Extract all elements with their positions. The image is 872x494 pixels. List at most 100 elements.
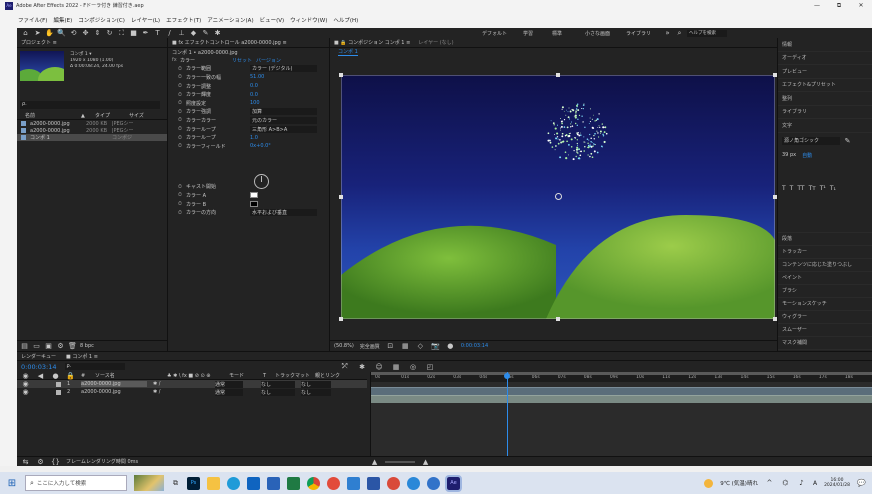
layer-track-matte[interactable]: なし (261, 388, 295, 396)
transform-handle[interactable] (339, 317, 343, 321)
all-caps-icon[interactable]: TT (797, 185, 804, 192)
edge-icon[interactable] (227, 476, 240, 490)
stopwatch-icon[interactable]: ⏱ (178, 192, 186, 198)
effect-property[interactable]: ⏱ カラー一致の幅 51.00 (178, 73, 329, 82)
stopwatch-icon[interactable]: ⏱ (178, 92, 186, 98)
search-icon[interactable]: ⌕ (675, 29, 684, 38)
stopwatch-icon[interactable]: ⏱ (178, 210, 186, 216)
effect-property-value[interactable]: 51.00 (250, 74, 329, 80)
right-panel-item[interactable]: コンテンツに応じた塗りつぶし (778, 259, 872, 272)
right-panel-item[interactable]: オーディオ (778, 52, 872, 65)
transparency-grid-icon[interactable]: ▦ (401, 342, 410, 351)
col-size[interactable]: サイズ (129, 112, 144, 119)
col-name[interactable]: 名前 (25, 112, 75, 119)
font-family-select[interactable]: 源ノ角ゴシック (782, 137, 840, 145)
color-channel-icon[interactable]: ● (446, 342, 455, 351)
layer-parent[interactable]: なし (301, 388, 331, 396)
home-icon[interactable]: ⌂ (21, 29, 30, 38)
col-type[interactable]: タイプ (95, 112, 123, 119)
effect-property-dropdown[interactable]: 元のカラー (250, 116, 317, 124)
transform-handle[interactable] (339, 73, 343, 77)
effect-property[interactable]: ⏱ カラー A (178, 191, 329, 200)
text-tool-icon[interactable]: T (153, 29, 162, 38)
layer-track-matte[interactable]: なし (261, 380, 295, 388)
layer-name[interactable]: a2000-0000.jpg (81, 389, 147, 395)
region-of-interest-icon[interactable]: ⊡ (386, 342, 395, 351)
project-tab[interactable]: プロジェクト ≡ (21, 39, 57, 46)
volume-icon[interactable]: ♪ (797, 479, 806, 488)
effect-about-link[interactable]: バージョン (256, 57, 281, 64)
taskbar-search[interactable]: ⌕ ここに入力して検索 (25, 475, 127, 491)
layer-switches[interactable]: ✱ / (153, 381, 209, 387)
leading-value[interactable]: 自動 (802, 152, 812, 159)
clock-date[interactable]: 2024/01/28 (824, 483, 850, 488)
ime-indicator[interactable]: A (813, 480, 817, 487)
clone-stamp-tool-icon[interactable]: ⊥ (177, 29, 186, 38)
label-color-icon[interactable] (56, 389, 61, 395)
toggle-layer-switches-icon[interactable]: ⇆ (21, 457, 30, 466)
stopwatch-icon[interactable]: ⏱ (178, 74, 186, 80)
orbit-tool-icon[interactable]: ⟲ (69, 29, 78, 38)
stopwatch-icon[interactable]: ⏱ (178, 143, 186, 149)
table-row[interactable]: ◉ 2 a2000-0000.jpg ✱ / 通常 なし なし (17, 388, 367, 396)
delete-icon[interactable]: 🗑 (68, 342, 77, 351)
layer-name[interactable]: a2000-0000.jpg (81, 381, 147, 387)
lock-switch-icon[interactable]: 🔒 (66, 371, 75, 380)
close-button[interactable]: ✕ (850, 2, 872, 9)
chrome-icon[interactable] (307, 476, 320, 490)
frame-blending-icon[interactable]: ▦ (392, 362, 401, 371)
stopwatch-icon[interactable]: ⏱ (178, 135, 186, 141)
pen-tool-icon[interactable]: ✒ (141, 29, 150, 38)
project-search-input[interactable]: ρ. (20, 101, 160, 109)
faux-italic-icon[interactable]: T (790, 185, 794, 192)
solo-switch-icon[interactable]: ● (51, 371, 60, 380)
superscript-icon[interactable]: T¹ (820, 185, 826, 192)
stopwatch-icon[interactable]: ⏱ (178, 109, 186, 115)
time-ruler[interactable]: 0s 01s 02s 03s 04s 05s 06s 07s 08s 09s 10s 11s 12s 13… (371, 372, 872, 382)
shape-tool-icon[interactable]: ■ (129, 29, 138, 38)
color-swatch[interactable] (250, 201, 258, 208)
track-area[interactable]: 0s 01s 02s 03s 04s 05s 06s 07s 08s 09s 10s 11s 12s 13… (370, 372, 872, 457)
right-panel-item[interactable]: スムーザー (778, 324, 872, 337)
layer-tab[interactable]: レイヤー (なし) (418, 39, 453, 46)
eraser-tool-icon[interactable]: ◆ (189, 29, 198, 38)
right-panel-item[interactable]: ペイント (778, 272, 872, 285)
snapshot-icon[interactable]: 📷 (431, 342, 440, 351)
camera-behind-tool-icon[interactable]: ⛶ (117, 29, 126, 38)
project-item[interactable]: コンポ 1 コンポジ (17, 134, 167, 141)
effect-property[interactable]: ⏱ カラーカラー 元のカラー (178, 116, 329, 125)
effect-property[interactable]: ⏱ カラー B (178, 200, 329, 209)
timeline-search-input[interactable]: ρ. (64, 363, 125, 370)
effect-reset-link[interactable]: リセット (232, 57, 256, 64)
menu-item-7[interactable]: ウィンドウ(W) (290, 16, 327, 24)
effect-property[interactable]: ⏱ カラー範囲 カラー (デジタル) (178, 65, 329, 74)
store-icon[interactable] (267, 476, 280, 490)
right-panel-item[interactable]: エフェクト&プリセット (778, 79, 872, 92)
app-icon-3[interactable] (367, 476, 380, 490)
layer-bar-2[interactable] (371, 395, 872, 403)
weather-icon[interactable] (704, 478, 714, 488)
transform-handle[interactable] (773, 317, 777, 321)
weather-text[interactable]: 9℃ (気温)晴れ (720, 479, 758, 487)
menu-item-3[interactable]: レイヤー(L) (131, 16, 160, 24)
project-item[interactable]: a2000-0000.jpg 2000 KB JPEGシー (17, 127, 167, 134)
workspace-standard[interactable]: 標準 (548, 28, 578, 38)
taskbar-search-input[interactable]: ここに入力して検索 (37, 479, 86, 487)
after-effects-task-icon[interactable]: Ae (445, 474, 462, 492)
selection-tool-icon[interactable]: ➤ (33, 29, 42, 38)
effect-property[interactable]: ⏱ カラー輝度 0.0 (178, 90, 329, 99)
network-icon[interactable]: ⌬ (781, 479, 790, 488)
menu-item-0[interactable]: ファイル(F) (18, 16, 47, 24)
small-caps-icon[interactable]: Tт (809, 185, 816, 192)
file-explorer-icon[interactable] (207, 476, 220, 490)
right-panel-item[interactable]: マスク補間 (778, 337, 872, 350)
photoshop-icon[interactable]: Ps (187, 476, 200, 490)
fx-toggle-icon[interactable]: fx (172, 57, 180, 63)
effect-property[interactable]: ⏱ 照度設定 100 (178, 99, 329, 108)
effect-property-dropdown[interactable]: 加算 (250, 108, 317, 116)
right-panel-item[interactable]: 整列 (778, 92, 872, 106)
eyedropper-icon[interactable]: ✎ (843, 137, 852, 146)
motion-blur-icon[interactable]: ◎ (409, 362, 418, 371)
right-panel-item[interactable]: トラッカー (778, 246, 872, 259)
brush-tool-icon[interactable]: / (165, 29, 174, 38)
